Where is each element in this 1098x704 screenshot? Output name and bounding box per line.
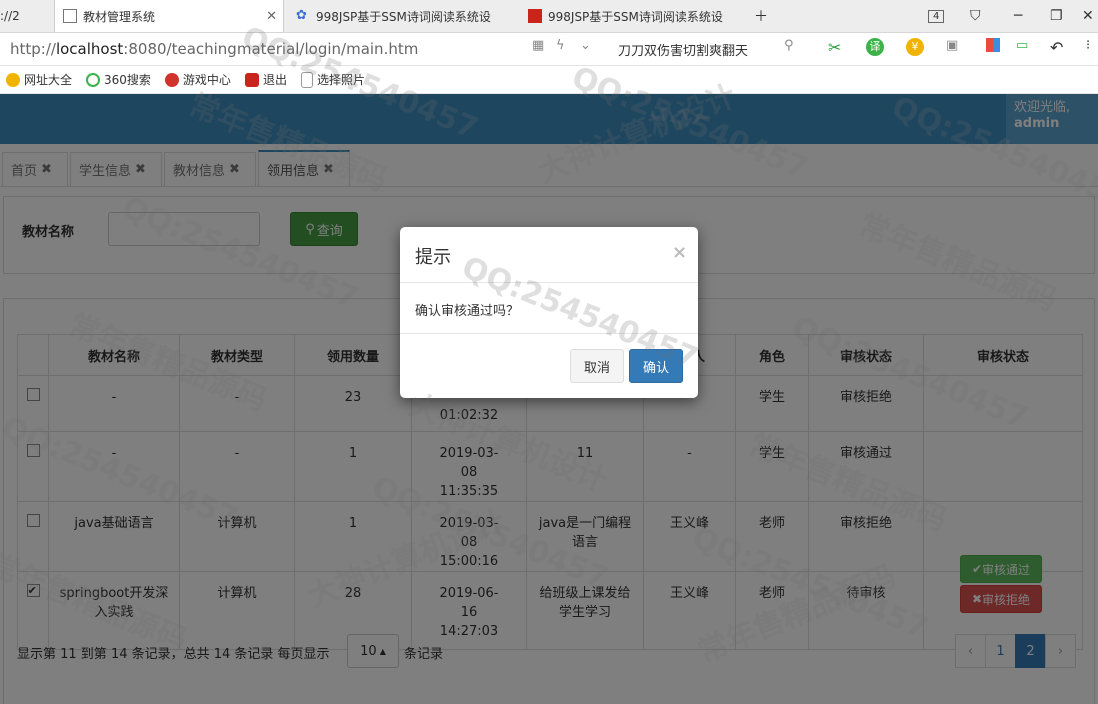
menu-icon[interactable]: ⁝ <box>1086 38 1090 53</box>
page-icon <box>63 9 77 23</box>
scissors-icon[interactable]: ✂ <box>828 38 841 57</box>
paw-icon: ✿ <box>296 8 307 23</box>
modal-backdrop[interactable] <box>0 94 1098 704</box>
dialog-divider <box>400 333 698 334</box>
undo-icon[interactable]: ↶ <box>1050 38 1063 57</box>
dialog-message: 确认审核通过吗？ <box>415 304 520 319</box>
dialog-title: 提示 <box>415 247 451 268</box>
browser-tab-active[interactable]: 教材管理系统 ✕ <box>54 0 284 32</box>
bookmark-games[interactable]: 游戏中心 <box>164 71 231 88</box>
tab-count-badge[interactable]: 4 <box>928 0 945 32</box>
bookmark-nav[interactable]: 网址大全 <box>6 71 72 88</box>
coin-icon[interactable]: ¥ <box>906 38 924 56</box>
dialog-close-icon[interactable]: × <box>672 242 687 263</box>
file-icon <box>300 71 313 88</box>
close-window-icon[interactable]: ✕ <box>1082 0 1094 32</box>
search-360-icon <box>86 72 101 87</box>
translate-icon[interactable]: 译 <box>866 38 884 56</box>
close-tab-icon[interactable]: ✕ <box>266 9 277 24</box>
bookmark-photos[interactable]: 选择照片 <box>300 71 365 88</box>
bookmarks-bar: 网址大全 360搜索 游戏中心 退出 选择照片 <box>0 66 1098 94</box>
qr-icon[interactable]: ▦ <box>532 38 544 53</box>
search-suggestion[interactable]: 刀刀双伤害切割爽翻天 <box>618 40 748 59</box>
bookmark-exit[interactable]: 退出 <box>244 71 287 88</box>
browser-tab-0[interactable]: ://2 <box>0 0 50 32</box>
compass-icon <box>6 72 20 87</box>
maximize-icon[interactable]: ❐ <box>1050 0 1063 32</box>
battery-icon[interactable]: ▭ <box>1016 38 1028 53</box>
exit-icon <box>244 72 259 87</box>
browser-tab-label: ://2 <box>0 9 20 23</box>
apps-icon[interactable] <box>986 38 1000 52</box>
browser-tab-label: 998JSP基于SSM诗词阅读系统设 <box>548 9 723 24</box>
browser-tab-3[interactable]: 998JSP基于SSM诗词阅读系统设 <box>520 0 746 32</box>
url-text[interactable]: http://localhost:8080/teachingmaterial/l… <box>10 40 418 58</box>
browser-tab-label: 教材管理系统 <box>83 9 156 24</box>
bookmark-360[interactable]: 360搜索 <box>86 71 151 88</box>
cancel-button[interactable]: 取消 <box>570 349 624 383</box>
browser-tab-2[interactable]: ✿ 998JSP基于SSM诗词阅读系统设 <box>288 0 514 32</box>
dialog-divider <box>400 282 698 283</box>
confirm-button[interactable]: 确认 <box>629 349 683 383</box>
site-icon <box>528 9 542 23</box>
chevron-down-icon[interactable]: ⌄ <box>580 38 591 53</box>
shirt-icon[interactable]: ⛉ <box>970 0 981 32</box>
search-icon[interactable]: ⚲ <box>784 38 794 53</box>
new-tab-icon[interactable]: ＋ <box>754 0 768 32</box>
lightning-icon[interactable]: ϟ <box>556 38 565 53</box>
games-icon <box>164 72 179 87</box>
browser-tab-label: 998JSP基于SSM诗词阅读系统设 <box>316 9 491 24</box>
minimize-icon[interactable]: ─ <box>1014 0 1022 32</box>
image-icon[interactable]: ▣ <box>946 38 958 53</box>
